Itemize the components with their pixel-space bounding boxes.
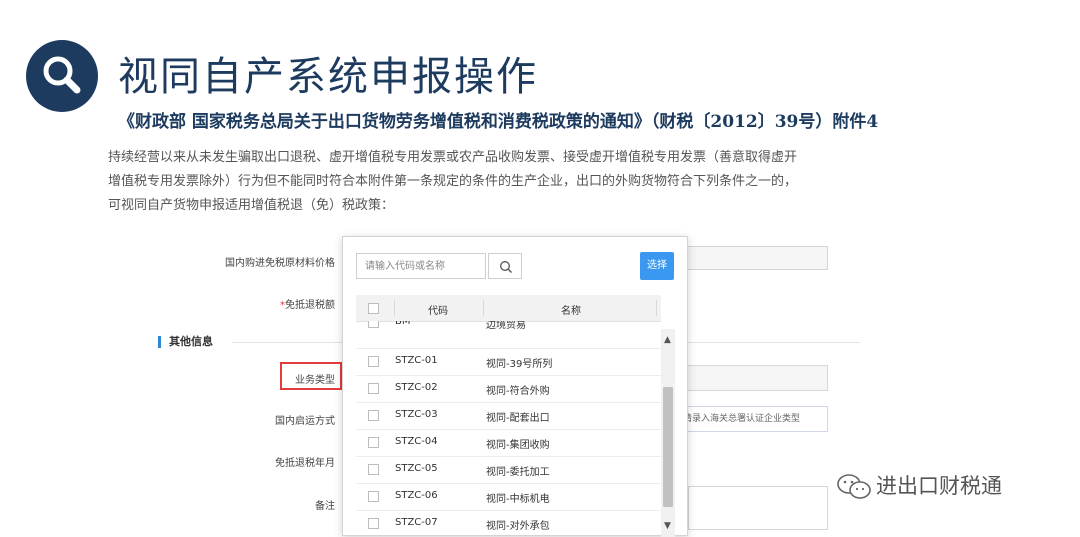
paragraph-line: 增值税专用发票除外）行为但不能同时符合本附件第一条规定的条件的生产企业，出口的外… — [108, 174, 798, 189]
scroll-thumb[interactable] — [663, 387, 673, 507]
column-separator — [394, 300, 395, 316]
table-row[interactable]: STZC-02 视同-符合外购 — [356, 375, 661, 403]
code-column-header: 代码 — [428, 306, 448, 317]
scroll-up-icon[interactable]: ▲ — [664, 335, 671, 345]
column-separator — [483, 300, 484, 316]
code-search-input[interactable] — [356, 253, 486, 279]
search-badge — [26, 40, 98, 112]
tax-year-month-label: 免抵退税年月 — [275, 458, 335, 469]
row-checkbox[interactable] — [368, 410, 379, 421]
remark-textarea[interactable] — [688, 486, 828, 530]
row-checkbox[interactable] — [368, 518, 379, 529]
table-row[interactable]: STZC-07 视同-对外承包 — [356, 510, 661, 537]
row-name: 视同-中标机电 — [486, 494, 550, 505]
wechat-icon — [837, 474, 871, 499]
select-button[interactable]: 选择 — [640, 252, 674, 280]
policy-paragraph: 持续经营以来从未发生骗取出口退税、虚开增值税专用发票或农产品收购发票、接受虚开增… — [108, 146, 988, 218]
remark-label: 备注 — [315, 501, 335, 512]
business-type-input[interactable] — [680, 365, 828, 391]
table-row[interactable]: STZC-04 视同-集团收购 — [356, 429, 661, 457]
domestic-material-price-label: 国内购进免税原材料价格 — [225, 258, 335, 269]
row-code: STZC-01 — [395, 355, 438, 366]
row-name: 视同-委托加工 — [486, 467, 550, 478]
customs-enterprise-type-input[interactable]: 请录入海关总署认证企业类型 — [678, 406, 828, 432]
watermark-text: 进出口财税通 — [876, 474, 1002, 498]
exempt-amount-label-text: 免抵退税额 — [285, 300, 335, 311]
other-info-section-title: 其他信息 — [158, 336, 213, 348]
business-type-highlight — [280, 362, 342, 390]
row-checkbox[interactable] — [368, 321, 379, 328]
paragraph-line: 持续经营以来从未发生骗取出口退税、虚开增值税专用发票或农产品收购发票、接受虚开增… — [108, 150, 798, 165]
exempt-amount-label: *免抵退税额 — [205, 296, 335, 311]
row-code: STZC-07 — [395, 517, 438, 528]
table-row[interactable]: STZC-06 视同-中标机电 — [356, 483, 661, 511]
row-name: 边境贸易 — [486, 321, 526, 331]
row-checkbox[interactable] — [368, 437, 379, 448]
page-subtitle: 《财政部 国家税务总局关于出口货物劳务增值税和消费税政策的通知》（财税〔2012… — [118, 112, 879, 132]
row-name: 视同-集团收购 — [486, 440, 550, 451]
page-title: 视同自产系统申报操作 — [118, 54, 538, 100]
code-list: BM 边境贸易 STZC-01 视同-39号所列 STZC-02 视同-符合外购… — [356, 321, 661, 537]
table-row[interactable]: STZC-01 视同-39号所列 — [356, 348, 661, 376]
row-name: 视同-39号所列 — [486, 359, 553, 370]
select-all-checkbox[interactable] — [368, 303, 379, 314]
list-scrollbar[interactable]: ▲ ▼ — [661, 329, 675, 537]
row-checkbox[interactable] — [368, 356, 379, 367]
row-code: STZC-05 — [395, 463, 438, 474]
table-header: 代码 名称 — [356, 295, 661, 322]
row-checkbox[interactable] — [368, 383, 379, 394]
table-row[interactable]: BM 边境贸易 — [356, 321, 661, 349]
row-name: 视同-符合外购 — [486, 386, 550, 397]
table-row[interactable]: STZC-03 视同-配套出口 — [356, 402, 661, 430]
business-type-picker: 选择 代码 名称 BM 边境贸易 STZC-01 视同-39号所列 STZC-0… — [342, 236, 688, 537]
row-checkbox[interactable] — [368, 464, 379, 475]
row-code: STZC-02 — [395, 382, 438, 393]
row-code: STZC-04 — [395, 436, 438, 447]
name-column-header: 名称 — [561, 306, 581, 317]
paragraph-line: 可视同自产货物申报适用增值税退（免）税政策： — [108, 198, 395, 213]
row-code: BM — [395, 321, 411, 327]
table-row[interactable]: STZC-05 视同-委托加工 — [356, 456, 661, 484]
search-icon — [500, 261, 512, 273]
magnifier-icon — [43, 56, 81, 94]
row-code: STZC-03 — [395, 409, 438, 420]
domestic-transport-label: 国内启运方式 — [275, 416, 335, 427]
row-code: STZC-06 — [395, 490, 438, 501]
search-button[interactable] — [488, 253, 522, 279]
watermark: 进出口财税通 — [836, 470, 1002, 501]
column-separator — [656, 300, 657, 316]
row-name: 视同-配套出口 — [486, 413, 550, 424]
row-checkbox[interactable] — [368, 491, 379, 502]
domestic-material-price-input[interactable] — [680, 246, 828, 270]
